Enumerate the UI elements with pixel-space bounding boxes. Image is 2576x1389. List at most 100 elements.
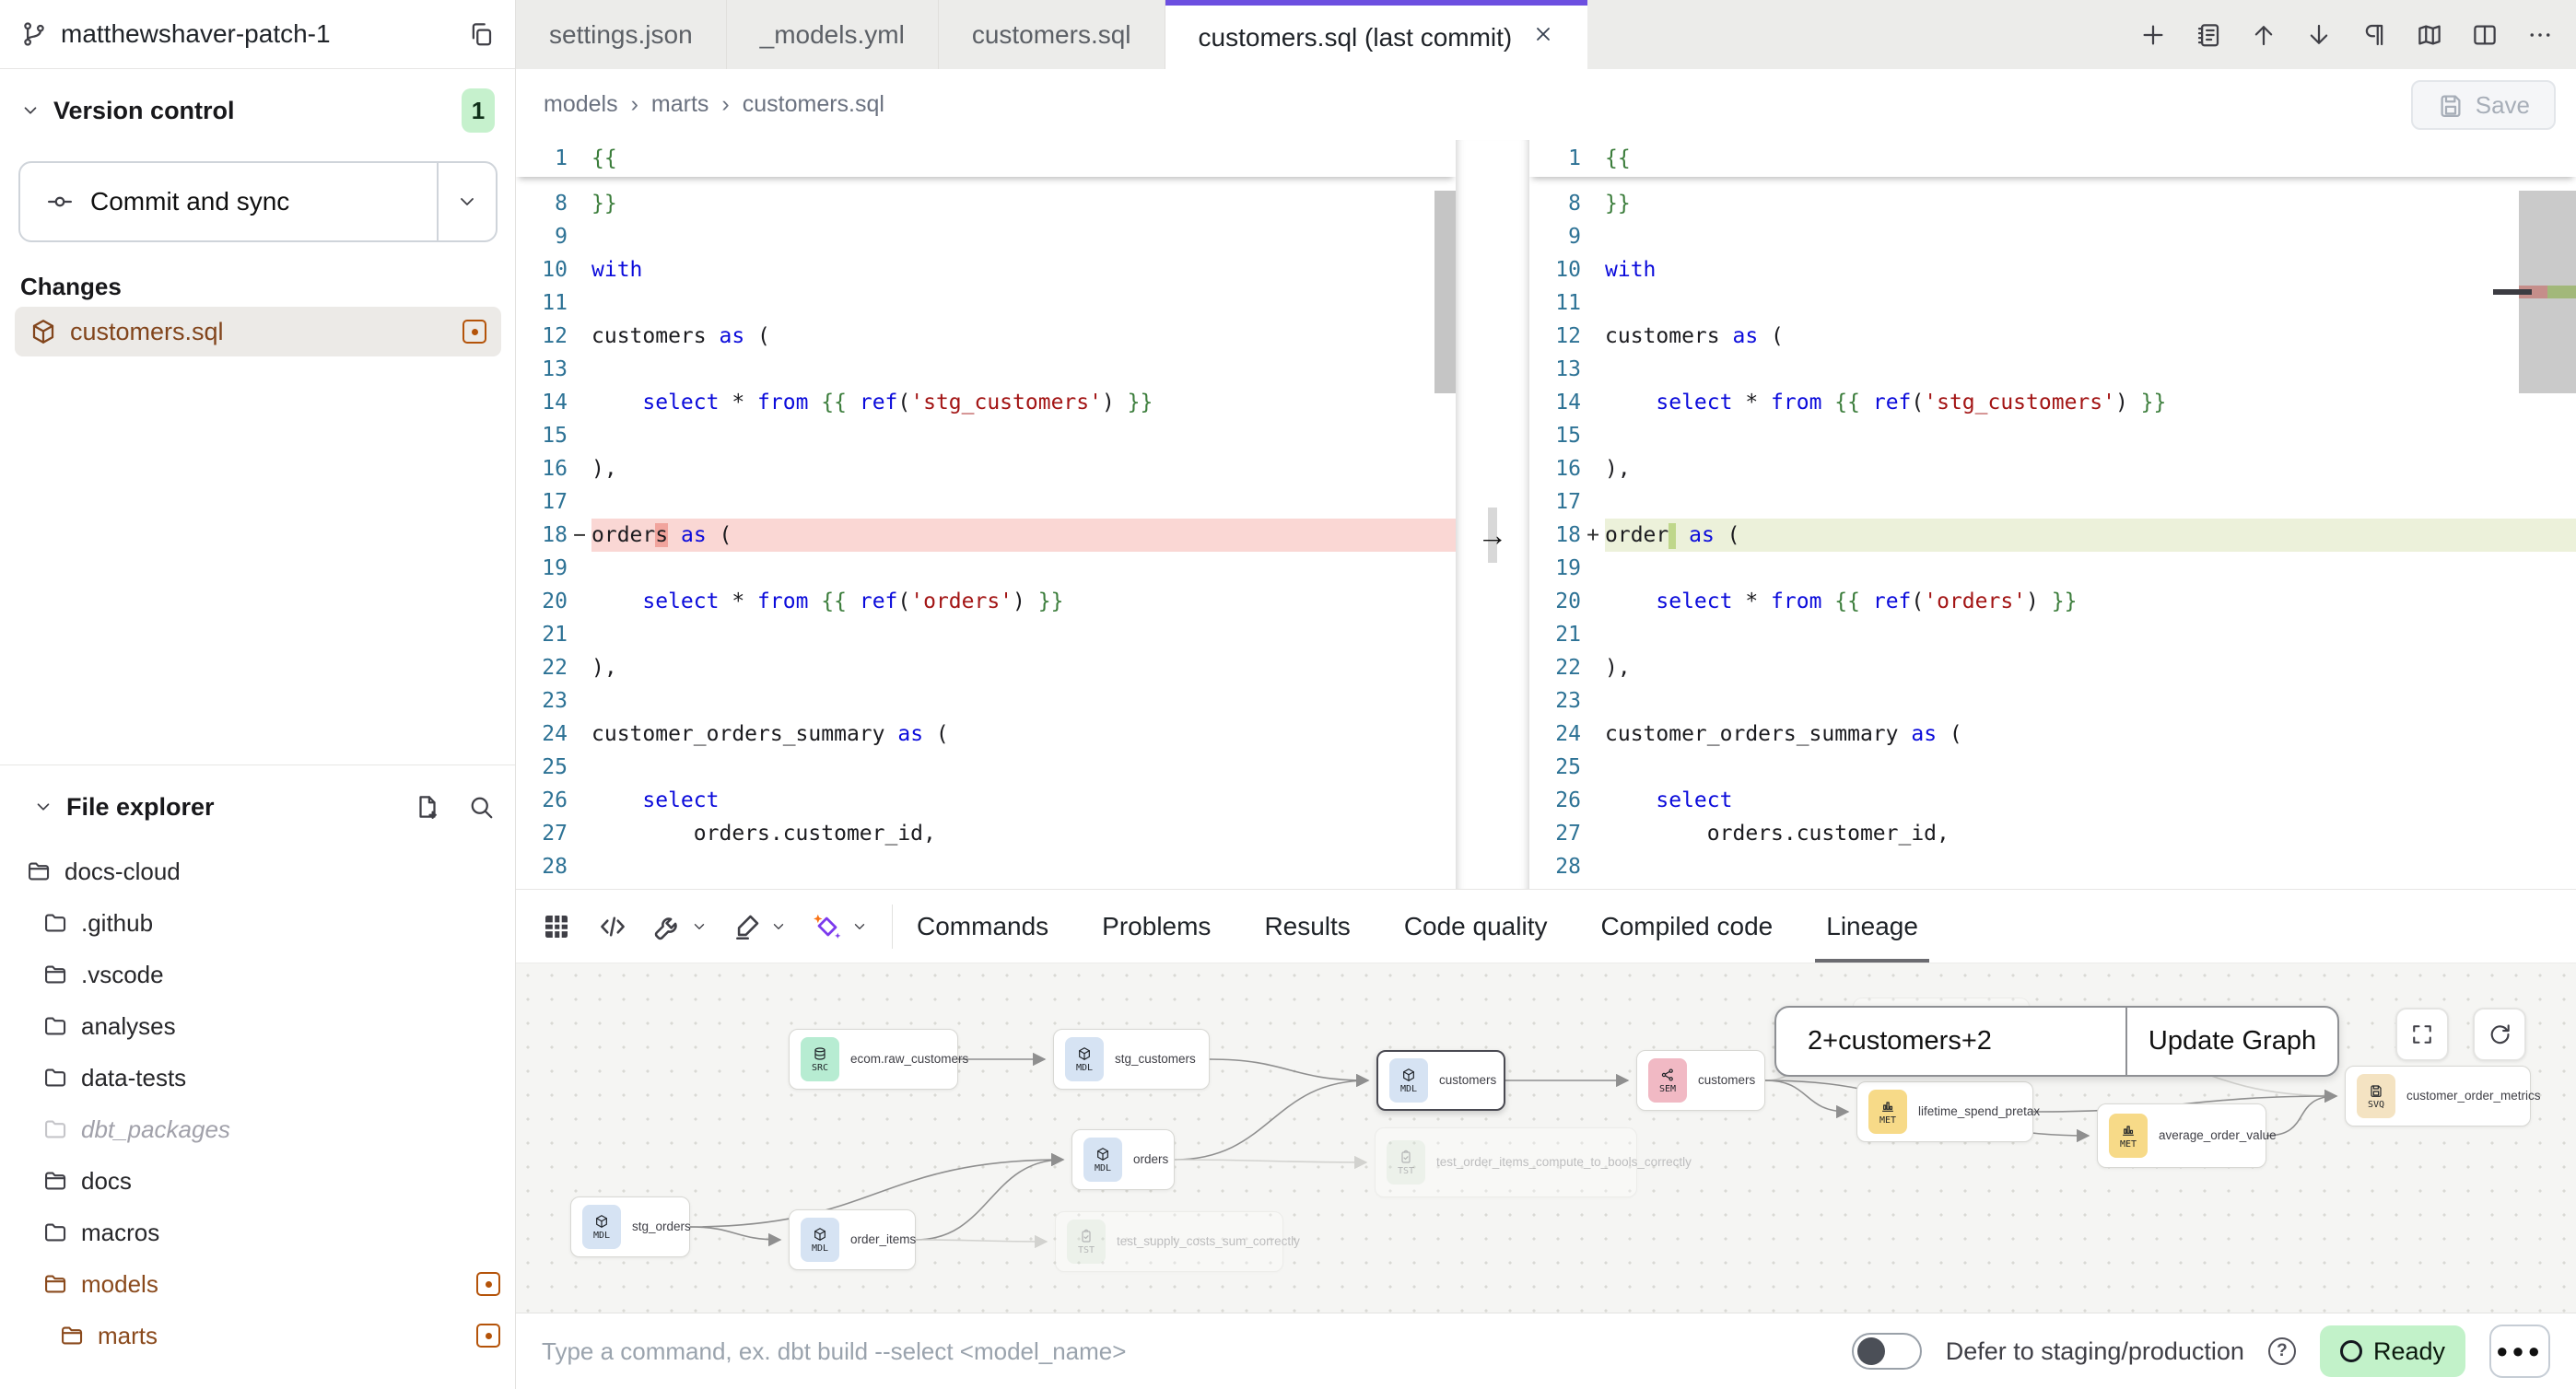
lineage-node-test-supply-costs-sum-correctly[interactable]: TSTtest_supply_costs_sum_correctly	[1055, 1211, 1283, 1272]
commit-and-sync-main[interactable]: Commit and sync	[20, 163, 439, 240]
notebook-icon[interactable]	[2195, 21, 2222, 49]
help-icon[interactable]: ?	[2268, 1337, 2296, 1365]
lineage-node-orders[interactable]: MDLorders	[1071, 1129, 1175, 1190]
arrow-up-icon[interactable]	[2250, 21, 2277, 49]
tab-settings-json[interactable]: settings.json	[516, 0, 727, 69]
new-file-icon[interactable]	[414, 793, 441, 821]
scrollbar-left[interactable]	[1434, 181, 1456, 881]
code-line-23: 23	[1529, 684, 2576, 718]
minimap-position-line	[2493, 289, 2532, 295]
diff-pane-original[interactable]: 1{{ 8}}910with1112customers as (1314 sel…	[516, 140, 1456, 889]
fullscreen-button[interactable]	[2395, 1008, 2449, 1061]
format-tools-dropdown[interactable]	[732, 911, 787, 942]
code-line-20: 20 select * from {{ ref('orders') }}	[1529, 585, 2576, 618]
lineage-node-test-order-items-compute-to-bools-correctly[interactable]: TSTtest_order_items_compute_to_bools_cor…	[1375, 1127, 1637, 1197]
file-tree: docs-cloud.github.vscodeanalysesdata-tes…	[0, 846, 515, 1361]
more-options-button[interactable]: ●●●	[2489, 1325, 2550, 1378]
search-icon[interactable]	[467, 793, 495, 821]
panel-tab-commands[interactable]: Commands	[917, 890, 1048, 963]
code-icon[interactable]	[597, 911, 628, 942]
code-line-26: 26 select	[516, 784, 1456, 817]
status-text: Ready	[2373, 1337, 2445, 1366]
code-line-8: 8}}	[516, 187, 1456, 220]
lineage-selector-input[interactable]: 2+customers+2	[1776, 1008, 2125, 1075]
lineage-node-label: customer_order_metrics	[2406, 1089, 2541, 1104]
lineage-canvas[interactable]: SRCecom.raw_customers MDLstg_customers MDL…	[516, 963, 2576, 1313]
lineage-node-stg-customers[interactable]: MDLstg_customers	[1053, 1029, 1210, 1090]
tree-item-marts[interactable]: marts	[0, 1310, 515, 1361]
chevron-down-icon	[691, 918, 708, 935]
breadcrumb-segment[interactable]: customers.sql	[743, 91, 884, 118]
tree-item-label: dbt_packages	[81, 1115, 500, 1144]
lineage-node-label: stg_orders	[632, 1220, 691, 1235]
defer-toggle[interactable]	[1852, 1333, 1922, 1370]
breadcrumb-segment[interactable]: marts	[651, 91, 709, 118]
pilcrow-icon[interactable]	[2360, 21, 2388, 49]
panel-tab-code-quality[interactable]: Code quality	[1404, 890, 1548, 963]
commit-and-sync-button[interactable]: Commit and sync	[18, 161, 498, 242]
code-line-19: 19	[1529, 552, 2576, 585]
lineage-node-customer-order-metrics[interactable]: SVQcustomer_order_metrics	[2345, 1066, 2531, 1126]
copy-icon[interactable]	[467, 20, 495, 48]
modified-badge	[476, 1272, 500, 1296]
chevron-down-icon	[456, 191, 478, 213]
map-icon[interactable]	[2416, 21, 2443, 49]
tree-item-data-tests[interactable]: data-tests	[0, 1052, 515, 1103]
format-pen-icon	[732, 911, 763, 942]
lineage-node-average-order-value[interactable]: METaverage_order_value	[2097, 1103, 2266, 1168]
chevron-down-icon	[770, 918, 787, 935]
plus-icon[interactable]	[2139, 21, 2167, 49]
diff-pane-modified[interactable]: 1{{ 8}}910with1112customers as (1314 sel…	[1529, 140, 2576, 889]
panel-tab-results[interactable]: Results	[1264, 890, 1350, 963]
branch-name: matthewshaver-patch-1	[61, 19, 454, 49]
sticky-line: 1{{	[516, 140, 1456, 177]
src-node-icon: SRC	[801, 1037, 839, 1081]
tab-customers-sql[interactable]: customers.sql	[939, 0, 1165, 69]
modified-badge	[476, 1324, 500, 1348]
tree-item-docs-cloud[interactable]: docs-cloud	[0, 846, 515, 897]
columns-icon[interactable]	[2471, 21, 2499, 49]
lineage-node-stg-orders[interactable]: MDLstg_orders	[570, 1196, 690, 1257]
tree-item-docs[interactable]: docs	[0, 1155, 515, 1207]
results-table-icon[interactable]	[540, 910, 573, 943]
tree-item--github[interactable]: .github	[0, 897, 515, 949]
code-line-12: 12customers as (	[516, 320, 1456, 353]
ai-assist-dropdown[interactable]	[811, 910, 868, 943]
tree-item-models[interactable]: models	[0, 1258, 515, 1310]
tree-item-macros[interactable]: macros	[0, 1207, 515, 1258]
lineage-node-ecom-raw-customers[interactable]: SRCecom.raw_customers	[789, 1029, 958, 1090]
version-control-header[interactable]: Version control 1	[0, 83, 515, 138]
scrollbar-thumb[interactable]	[1434, 191, 1456, 393]
tab-customers-sql-last-commit-[interactable]: customers.sql (last commit)	[1165, 0, 1588, 69]
command-input[interactable]: Type a command, ex. dbt build --select <…	[542, 1337, 1852, 1366]
code-line-19: 19	[516, 552, 1456, 585]
panel-tab-problems[interactable]: Problems	[1102, 890, 1211, 963]
tree-item--vscode[interactable]: .vscode	[0, 949, 515, 1000]
build-tools-dropdown[interactable]	[652, 911, 708, 942]
panel-tab-compiled-code[interactable]: Compiled code	[1600, 890, 1773, 963]
tab--models-yml[interactable]: _models.yml	[727, 0, 939, 69]
lineage-node-order-items[interactable]: MDLorder_items	[789, 1209, 916, 1270]
breadcrumb-segment[interactable]: models	[544, 91, 618, 118]
commit-options-dropdown[interactable]	[439, 163, 496, 240]
panel-tab-lineage[interactable]: Lineage	[1826, 890, 1918, 963]
changed-file-customers-sql[interactable]: customers.sql	[15, 307, 501, 356]
lineage-node-customers[interactable]: SEMcustomers	[1636, 1050, 1765, 1111]
code-lines-original: 8}}910with1112customers as (1314 select …	[516, 187, 1456, 883]
close-tab-icon[interactable]	[1532, 23, 1554, 52]
code-lines-modified: 8}}910with1112customers as (1314 select …	[1529, 187, 2576, 883]
revert-change-arrow[interactable]: →	[1456, 519, 1529, 552]
tree-item-dbt-packages[interactable]: dbt_packages	[0, 1103, 515, 1155]
refresh-graph-button[interactable]	[2473, 1008, 2526, 1061]
more-icon[interactable]	[2526, 21, 2554, 49]
tree-item-analyses[interactable]: analyses	[0, 1000, 515, 1052]
folder-open-icon	[42, 962, 68, 987]
lineage-node-label: customers	[1439, 1073, 1496, 1089]
lineage-node-customers[interactable]: MDLcustomers	[1376, 1050, 1505, 1111]
tree-item-label: marts	[98, 1322, 463, 1350]
file-explorer-header[interactable]: File explorer	[0, 778, 515, 835]
lineage-node-lifetime-spend-pretax[interactable]: METlifetime_spend_pretax	[1856, 1081, 2033, 1142]
arrow-down-icon[interactable]	[2305, 21, 2333, 49]
update-graph-button[interactable]: Update Graph	[2127, 1008, 2337, 1075]
save-button[interactable]: Save	[2411, 80, 2556, 130]
